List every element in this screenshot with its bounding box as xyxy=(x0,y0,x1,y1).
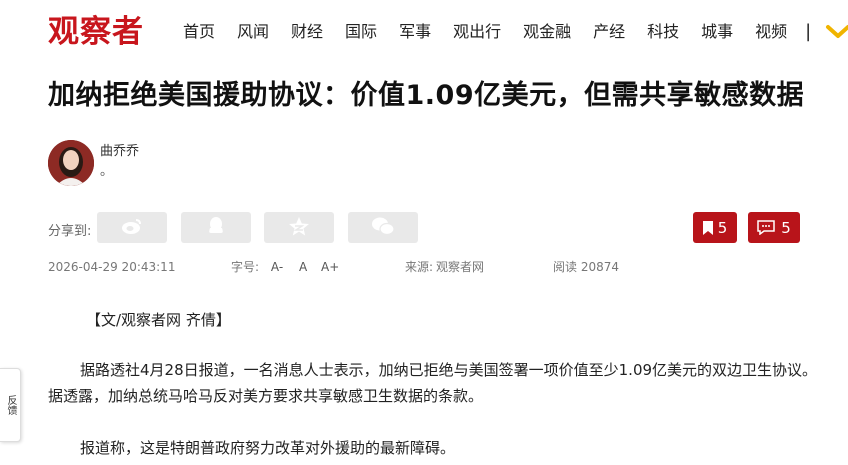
weibo-share-button[interactable] xyxy=(97,212,167,243)
source-label: 来源: xyxy=(405,260,434,274)
nav-item-fengwen[interactable]: 风闻 xyxy=(237,18,269,46)
nav-item-fintech[interactable]: 观金融 xyxy=(523,18,571,46)
source-info: 来源: 观察者网 xyxy=(405,258,484,276)
nav-item-military[interactable]: 军事 xyxy=(399,18,431,46)
feedback-label: 反馈 xyxy=(5,395,16,415)
read-count: 阅读 20874 xyxy=(553,258,619,276)
font-size-increase[interactable]: A+ xyxy=(321,260,339,274)
qzone-share-button[interactable] xyxy=(264,212,334,243)
font-size-control: 字号: A- A A+ xyxy=(231,258,339,276)
share-label: 分享到: xyxy=(48,224,92,239)
qzone-icon xyxy=(288,216,310,240)
main-nav: 首页 风闻 财经 国际 军事 观出行 观金融 产经 科技 城事 视频 | xyxy=(183,18,848,46)
font-size-label: 字号: xyxy=(231,260,260,274)
nav-item-tech[interactable]: 科技 xyxy=(647,18,679,46)
article-paragraph: 据路透社4月28日报道，一名消息人士表示，加纳已拒绝与美国签署一项价值至少1.0… xyxy=(48,361,818,405)
bookmark-count: 5 xyxy=(717,218,728,237)
nav-separator: | xyxy=(805,21,812,42)
nav-item-finance[interactable]: 财经 xyxy=(291,18,323,46)
nav-item-international[interactable]: 国际 xyxy=(345,18,377,46)
comment-count: 5 xyxy=(781,218,791,237)
bookmark-button[interactable]: 5 xyxy=(693,212,737,243)
author-name[interactable]: 曲乔乔 xyxy=(100,140,139,159)
wechat-icon xyxy=(371,216,395,240)
font-size-normal[interactable]: A xyxy=(299,260,307,274)
nav-item-industry[interactable]: 产经 xyxy=(593,18,625,46)
qq-share-button[interactable] xyxy=(181,212,251,243)
feedback-side-tab[interactable]: 反馈 xyxy=(0,368,21,442)
nav-item-home[interactable]: 首页 xyxy=(183,18,215,46)
nav-item-video[interactable]: 视频 xyxy=(755,18,787,46)
chevron-down-icon[interactable] xyxy=(825,23,848,41)
source-name: 观察者网 xyxy=(436,260,485,274)
publish-time: 2026-04-29 20:43:11 xyxy=(48,260,176,274)
bookmark-icon xyxy=(702,220,713,235)
read-label: 阅读 xyxy=(553,260,578,274)
comment-icon xyxy=(757,220,775,235)
article-paragraph: 报道称，这是特朗普政府努力改革对外援助的最新障碍。 xyxy=(80,439,456,457)
nav-item-travel[interactable]: 观出行 xyxy=(453,18,501,46)
article-byline: 【文/观察者网 齐倩】 xyxy=(86,311,231,329)
font-size-decrease[interactable]: A- xyxy=(271,260,283,274)
weibo-icon xyxy=(121,217,143,239)
author-avatar[interactable] xyxy=(48,140,94,186)
top-bar: 观察者 首页 风闻 财经 国际 军事 观出行 观金融 产经 科技 城事 视频 | xyxy=(0,0,848,64)
read-number: 20874 xyxy=(580,260,620,274)
site-logo[interactable]: 观察者 xyxy=(48,12,144,52)
qq-icon xyxy=(207,216,225,240)
comment-button[interactable]: 5 xyxy=(748,212,800,243)
article-title: 加纳拒绝美国援助协议：价值1.09亿美元，但需共享敏感数据 xyxy=(48,80,805,111)
author-note: 。 xyxy=(100,164,114,179)
wechat-share-button[interactable] xyxy=(348,212,418,243)
nav-item-city[interactable]: 城事 xyxy=(701,18,733,46)
